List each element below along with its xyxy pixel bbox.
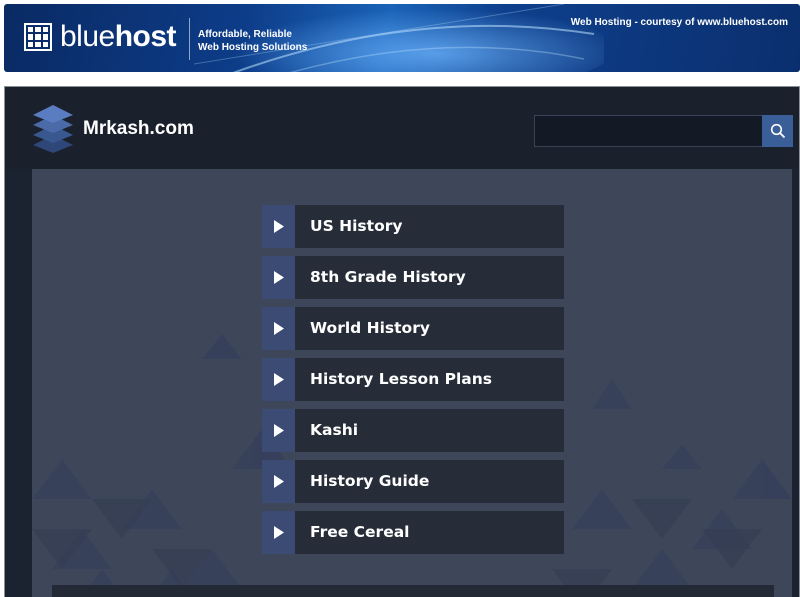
menu-item-label[interactable]: Free Cereal (295, 511, 564, 554)
tagline-line-2: Web Hosting Solutions (198, 42, 308, 53)
menu-item-kashi[interactable]: Kashi (262, 409, 564, 452)
menu-item-label[interactable]: History Guide (295, 460, 564, 503)
play-arrow-icon (262, 205, 295, 248)
menu-item-label[interactable]: Kashi (295, 409, 564, 452)
menu-item-label[interactable]: History Lesson Plans (295, 358, 564, 401)
footer-bar (52, 585, 774, 597)
play-arrow-icon (262, 511, 295, 554)
banner-divider (189, 18, 190, 60)
tagline-line-1: Affordable, Reliable (198, 29, 292, 40)
content-area: US History 8th Grade History World Histo… (32, 169, 792, 597)
play-arrow-icon (262, 307, 295, 350)
link-menu: US History 8th Grade History World Histo… (262, 205, 564, 562)
banner-tagline: Affordable, Reliable Web Hosting Solutio… (198, 28, 307, 54)
menu-item-8th-grade-history[interactable]: 8th Grade History (262, 256, 564, 299)
stacked-layers-icon[interactable] (31, 105, 75, 153)
bluehost-wordmark: bluehost (60, 20, 177, 53)
bluehost-banner[interactable]: bluehost Affordable, Reliable Web Hostin… (4, 4, 800, 72)
menu-item-label[interactable]: 8th Grade History (295, 256, 564, 299)
menu-item-history-lesson-plans[interactable]: History Lesson Plans (262, 358, 564, 401)
search-button[interactable] (762, 115, 793, 147)
play-arrow-icon (262, 409, 295, 452)
play-arrow-icon (262, 358, 295, 401)
search-icon (770, 123, 785, 139)
courtesy-link[interactable]: Web Hosting - courtesy of www.bluehost.c… (571, 17, 788, 28)
play-arrow-icon (262, 460, 295, 503)
menu-item-history-guide[interactable]: History Guide (262, 460, 564, 503)
search-input[interactable] (534, 115, 763, 147)
site-frame: Mrkash.com US History 8th Grade History … (4, 86, 800, 597)
site-header: Mrkash.com (5, 87, 799, 169)
play-arrow-icon (262, 256, 295, 299)
grid-logo-icon (24, 23, 52, 51)
site-title[interactable]: Mrkash.com (83, 118, 194, 140)
menu-item-world-history[interactable]: World History (262, 307, 564, 350)
menu-item-us-history[interactable]: US History (262, 205, 564, 248)
bluehost-logo[interactable]: bluehost (24, 20, 177, 53)
menu-item-free-cereal[interactable]: Free Cereal (262, 511, 564, 554)
menu-item-label[interactable]: World History (295, 307, 564, 350)
menu-item-label[interactable]: US History (295, 205, 564, 248)
